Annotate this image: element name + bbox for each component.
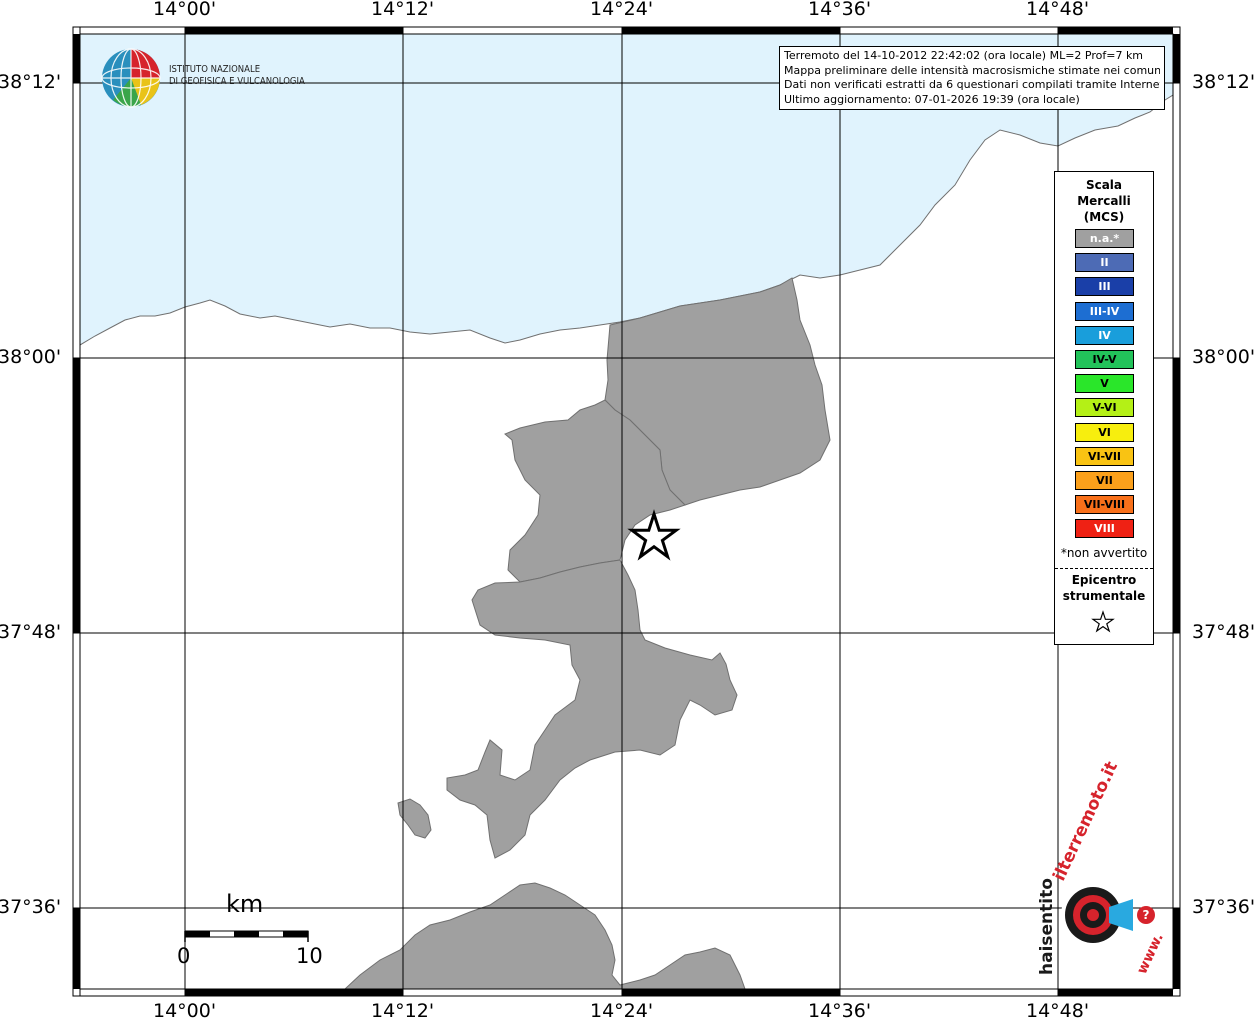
legend-swatch-10: VII xyxy=(1075,471,1134,490)
lon-label-bottom-4: 14°36' xyxy=(808,1000,872,1022)
legend-title-line1: Scala xyxy=(1085,178,1123,192)
lon-label-bottom-1: 14°00' xyxy=(153,1000,217,1022)
legend-swatch-9: VI-VII xyxy=(1075,446,1134,466)
legend-swatch-11: VII-VIII xyxy=(1075,495,1134,515)
lat-label-left-4: 37°36' xyxy=(0,896,62,918)
legend-swatch-6: V xyxy=(1075,374,1134,394)
legend-title-line2: Mercalli xyxy=(1077,194,1131,208)
ingv-globe-icon xyxy=(101,48,161,108)
legend-divider xyxy=(1055,568,1153,569)
legend-swatch-3: III-IV xyxy=(1075,301,1134,321)
scale-unit: km xyxy=(226,890,264,918)
lon-label-top-5: 14°48' xyxy=(1026,0,1090,20)
lon-label-top-4: 14°36' xyxy=(808,0,872,20)
lon-label-bottom-2: 14°12' xyxy=(371,1000,435,1022)
legend-title-line3: (MCS) xyxy=(1083,210,1125,224)
lat-label-right-1: 38°12' xyxy=(1192,71,1256,93)
legend-swatch-8: VI xyxy=(1075,422,1134,442)
lat-label-right-4: 37°36' xyxy=(1192,896,1256,918)
lon-label-top-3: 14°24' xyxy=(590,0,654,20)
event-info-line3: Dati non verificati estratti da 6 questi… xyxy=(784,78,1160,91)
legend-epicenter-line2: strumentale xyxy=(1062,589,1146,603)
legend-swatch-0: n.a.* xyxy=(1075,229,1134,248)
lon-label-bottom-5: 14°48' xyxy=(1026,1000,1090,1022)
legend-epicenter-line1: Epicentro xyxy=(1071,573,1137,587)
institute-name-line1: ISTITUTO NAZIONALE xyxy=(169,64,261,75)
event-info-box: Terremoto del 14-10-2012 22:42:02 (ora l… xyxy=(779,46,1165,110)
lon-label-bottom-3: 14°24' xyxy=(590,1000,654,1022)
legend-swatch-1: II xyxy=(1075,253,1134,273)
scale-end: 10 xyxy=(296,944,323,968)
institute-name: ISTITUTO NAZIONALE DI GEOFISICA E VULCAN… xyxy=(169,64,305,88)
legend-title: Scala Mercalli (MCS) xyxy=(1055,177,1153,225)
lat-label-right-2: 38°00' xyxy=(1192,346,1256,368)
lat-label-left-1: 38°12' xyxy=(0,71,62,93)
legend-swatch-12: VIII xyxy=(1075,519,1134,539)
event-info-line2: Mappa preliminare delle intensità macros… xyxy=(784,63,1160,77)
lat-label-left-3: 37°48' xyxy=(0,621,62,643)
lat-label-right-3: 37°48' xyxy=(1192,621,1256,643)
legend-swatch-5: IV-V xyxy=(1075,350,1134,369)
legend-star-icon xyxy=(1091,610,1115,633)
event-info-line1: Terremoto del 14-10-2012 22:42:02 (ora l… xyxy=(784,49,1144,62)
legend-swatch-4: IV xyxy=(1075,325,1134,345)
haisentito-text: haisentito xyxy=(1037,878,1057,975)
legend-swatch-2: III xyxy=(1075,277,1134,297)
lon-label-top-1: 14°00' xyxy=(153,0,217,20)
lon-label-top-2: 14°12' xyxy=(371,0,435,20)
lat-label-left-2: 38°00' xyxy=(0,346,62,368)
mcs-legend: Scala Mercalli (MCS) n.a.* II III III-IV IV I… xyxy=(1054,171,1154,645)
scale-start: 0 xyxy=(177,944,191,968)
svg-text:?: ? xyxy=(1143,908,1150,922)
legend-epicenter-label: Epicentro strumentale xyxy=(1055,572,1153,604)
event-info-line4: Ultimo aggiornamento: 07-01-2026 19:39 (… xyxy=(784,92,1080,106)
legend-swatch-7: V-VI xyxy=(1075,398,1134,418)
legend-note: *non avvertito xyxy=(1060,546,1148,560)
institute-name-line2: DI GEOFISICA E VULCANOLOGIA xyxy=(169,76,305,87)
